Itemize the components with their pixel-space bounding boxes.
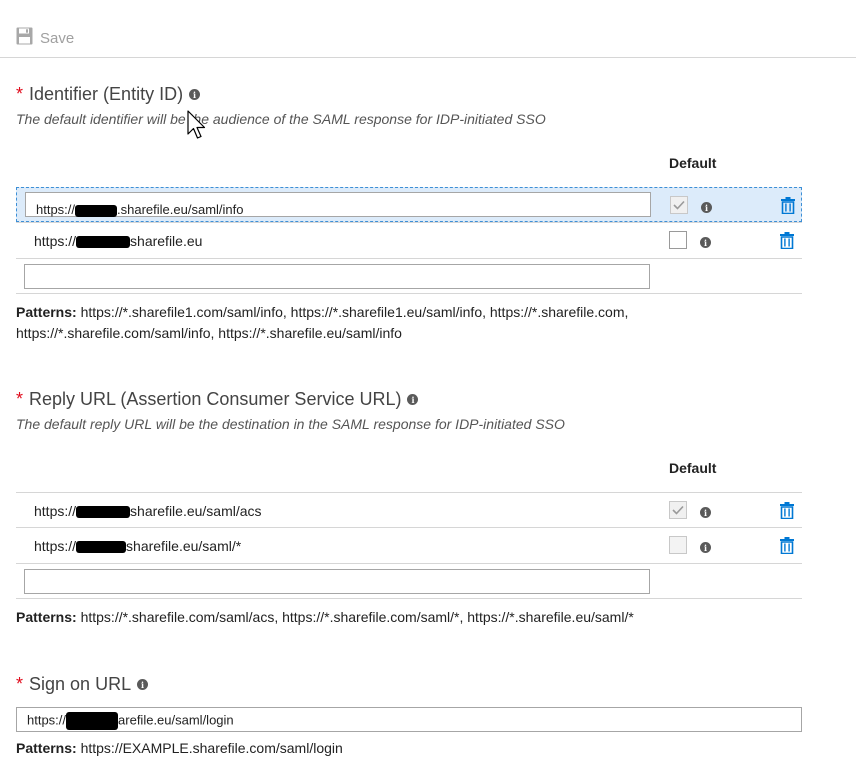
identifier-title-text: Identifier (Entity ID)	[29, 84, 184, 104]
required-marker: *	[16, 674, 24, 694]
redaction-mark	[66, 712, 119, 730]
default-checkbox-checked[interactable]	[670, 196, 688, 214]
mouse-cursor-icon	[187, 110, 207, 151]
identifier-patterns: Patterns: https://*.sharefile1.com/saml/…	[16, 302, 696, 344]
command-bar: Save	[0, 0, 856, 58]
reply-url-description: The default reply URL will be the destin…	[16, 416, 565, 432]
redaction-mark	[76, 541, 127, 554]
save-label: Save	[40, 29, 75, 47]
patterns-text: https://*.sharefile1.com/saml/info, http…	[80, 304, 629, 320]
patterns-label: Patterns:	[16, 609, 77, 625]
reply-url-new-input[interactable]	[24, 569, 650, 594]
required-marker: *	[16, 84, 24, 104]
trash-icon[interactable]	[780, 502, 794, 520]
patterns-label: Patterns:	[16, 740, 77, 756]
patterns-text: https://EXAMPLE.sharefile.com/saml/login	[80, 740, 343, 756]
default-checkbox[interactable]	[669, 231, 687, 249]
redaction-mark	[76, 236, 131, 249]
trash-icon[interactable]	[781, 197, 795, 215]
reply-default-header: Default	[669, 460, 717, 476]
trash-icon[interactable]	[780, 537, 794, 555]
info-icon[interactable]: i	[407, 394, 419, 405]
patterns-text: https://*.sharefile.com/saml/acs, https:…	[80, 609, 634, 625]
identifier-default-header: Default	[669, 155, 717, 171]
sign-on-url-input[interactable]: https://arefile.eu/saml/login	[16, 707, 802, 732]
save-button[interactable]: Save	[16, 27, 74, 49]
identifier-new-input[interactable]	[24, 264, 650, 289]
identifier-url-input[interactable]: https://.sharefile.eu/saml/info	[25, 192, 651, 217]
reply-url-patterns: Patterns: https://*.sharefile.com/saml/a…	[16, 607, 796, 628]
info-icon[interactable]: i	[189, 89, 201, 100]
identifier-row[interactable]: https://sharefile.eu i	[16, 222, 802, 257]
identifier-url-value: https://.sharefile.eu/saml/info	[36, 202, 244, 217]
redaction-mark	[75, 204, 118, 217]
required-marker: *	[16, 389, 24, 409]
sign-on-url-patterns: Patterns: https://EXAMPLE.sharefile.com/…	[16, 738, 696, 759]
info-icon[interactable]: i	[700, 542, 711, 553]
floppy-disk-icon	[16, 27, 33, 50]
sign-on-url-value: https://arefile.eu/saml/login	[27, 712, 234, 730]
info-icon[interactable]: i	[700, 237, 711, 248]
trash-icon[interactable]	[780, 232, 794, 250]
reply-url-value: https://sharefile.eu/saml/*	[34, 538, 242, 554]
patterns-text: https://*.sharefile.com/saml/info, https…	[16, 325, 402, 341]
patterns-label: Patterns:	[16, 304, 77, 320]
identifier-new-row	[16, 258, 802, 294]
reply-url-value: https://sharefile.eu/saml/acs	[34, 503, 262, 519]
identifier-title: * Identifier (Entity ID) i	[16, 84, 201, 105]
default-checkbox-checked[interactable]	[669, 501, 687, 519]
sign-on-url-title: * Sign on URL i	[16, 674, 149, 695]
reply-url-row[interactable]: https://sharefile.eu/saml/* i	[16, 527, 802, 562]
redaction-mark	[76, 506, 131, 519]
sign-on-url-title-text: Sign on URL	[29, 674, 132, 694]
reply-url-title-text: Reply URL (Assertion Consumer Service UR…	[29, 389, 402, 409]
info-icon[interactable]: i	[137, 679, 149, 690]
reply-url-row[interactable]: https://sharefile.eu/saml/acs i	[16, 492, 802, 527]
identifier-description: The default identifier will be the audie…	[16, 111, 546, 127]
reply-url-title: * Reply URL (Assertion Consumer Service …	[16, 389, 419, 410]
identifier-row[interactable]: https://.sharefile.eu/saml/info i	[16, 187, 802, 222]
info-icon[interactable]: i	[701, 202, 712, 213]
reply-url-new-row	[16, 563, 802, 599]
info-icon[interactable]: i	[700, 507, 711, 518]
default-checkbox[interactable]	[669, 536, 687, 554]
identifier-url-value: https://sharefile.eu	[34, 233, 203, 249]
